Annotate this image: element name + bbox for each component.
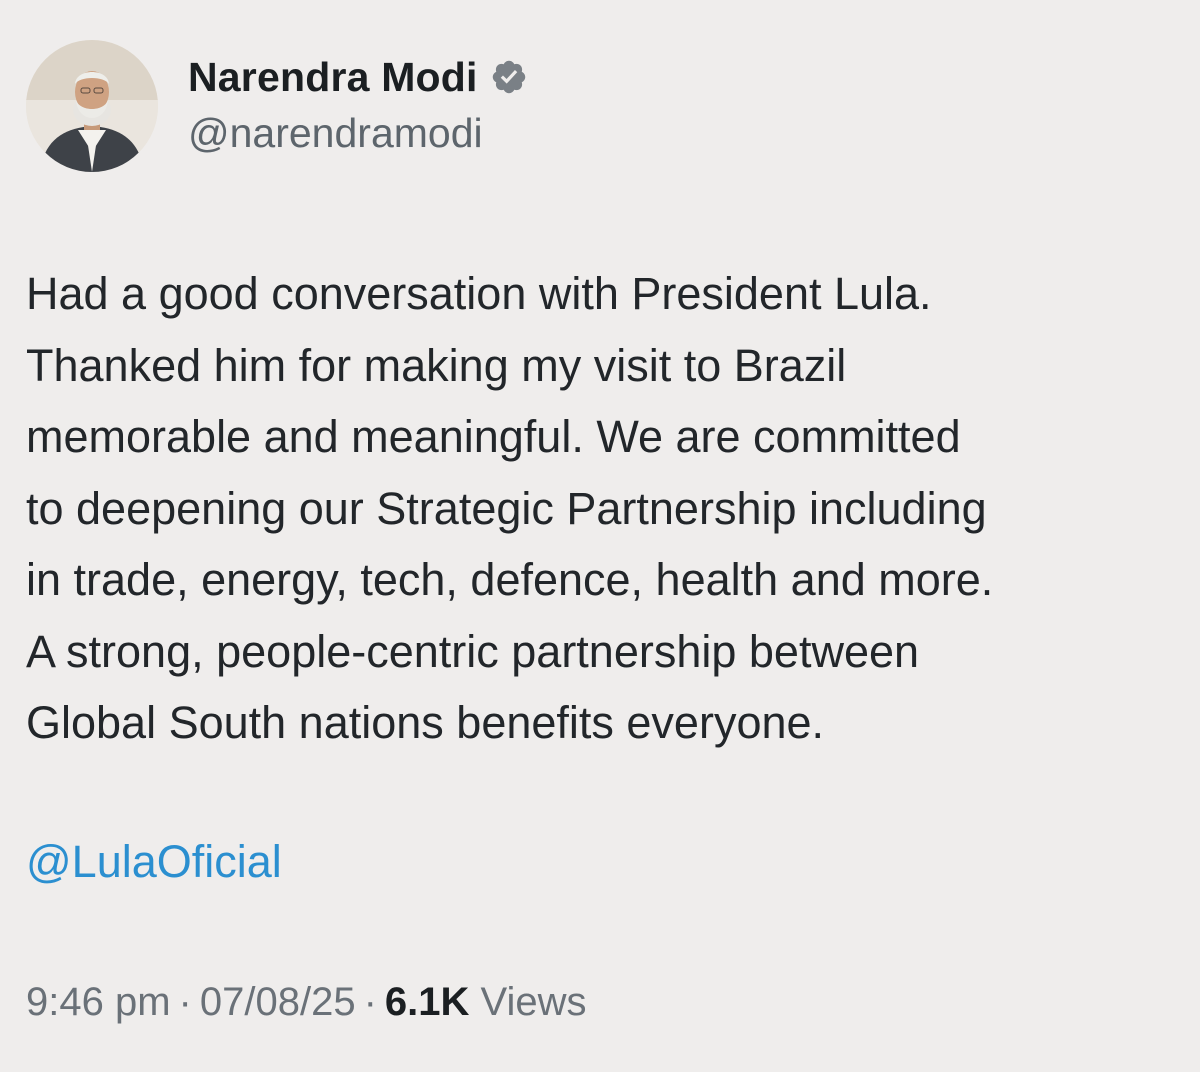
- views-count[interactable]: 6.1K: [385, 980, 470, 1024]
- mention-link[interactable]: @LulaOficial: [26, 826, 282, 898]
- meta-separator: ·: [363, 980, 377, 1024]
- tweet-text: Had a good conversation with President L…: [26, 268, 994, 748]
- tweet-date[interactable]: 07/08/25: [200, 980, 356, 1024]
- author-identity: Narendra Modi @narendramodi: [188, 40, 528, 157]
- views-label[interactable]: Views: [481, 980, 587, 1024]
- avatar[interactable]: [26, 40, 158, 172]
- display-name[interactable]: Narendra Modi: [188, 54, 478, 101]
- author-handle[interactable]: @narendramodi: [188, 110, 528, 157]
- tweet-header: Narendra Modi @narendramodi: [26, 40, 528, 180]
- tweet-card: Narendra Modi @narendramodi Had a good c…: [0, 0, 1200, 1072]
- tweet-time[interactable]: 9:46 pm: [26, 980, 171, 1024]
- meta-separator: ·: [178, 980, 192, 1024]
- verified-badge-icon: [490, 58, 528, 96]
- tweet-meta: 9:46 pm · 07/08/25 · 6.1K Views: [26, 972, 587, 1032]
- avatar-image: [26, 40, 158, 172]
- name-row: Narendra Modi: [188, 52, 528, 102]
